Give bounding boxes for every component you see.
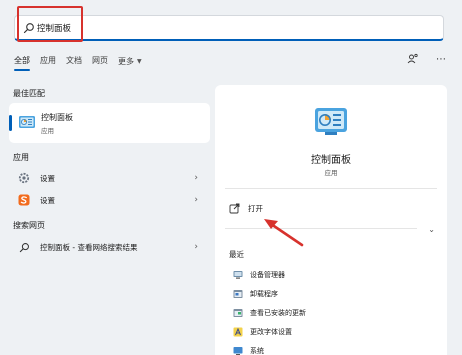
web-result-text: 控制面板 - 查看网络搜索结果: [40, 242, 138, 252]
web-heading: 搜索网页: [13, 221, 45, 230]
open-external-icon: [229, 203, 240, 214]
font-settings-icon: [233, 327, 243, 337]
sogou-settings-icon: [18, 194, 30, 206]
recent-item-fonts[interactable]: 更改字体设置: [233, 327, 292, 337]
apps-heading: 应用: [13, 153, 29, 162]
app-result-label: 设置: [40, 173, 55, 183]
divider: [225, 228, 417, 229]
programs-icon: [233, 290, 243, 298]
chevron-down-icon[interactable]: ⌄: [428, 225, 435, 234]
divider: [225, 188, 437, 189]
tab-more[interactable]: 更多 ▼: [118, 55, 142, 69]
tab-web[interactable]: 网页: [92, 55, 108, 69]
detail-app-type: 应用: [324, 169, 338, 177]
recent-item-label: 更改字体设置: [250, 328, 292, 336]
system-icon: [233, 347, 243, 355]
detail-app-name: 控制面板: [311, 155, 351, 166]
recent-item-label: 设备管理器: [250, 271, 285, 279]
app-result-settings-1[interactable]: 设置 ›: [9, 167, 210, 189]
tab-all[interactable]: 全部: [14, 55, 30, 71]
chevron-right-icon: ›: [194, 173, 198, 183]
annotation-highlight-box: [17, 6, 83, 42]
app-result-settings-2[interactable]: 设置 ›: [9, 189, 210, 211]
open-label: 打开: [248, 204, 263, 213]
top-right-icons: ⋯: [392, 52, 448, 66]
account-switch-icon[interactable]: [406, 52, 420, 66]
search-icon: [18, 241, 30, 253]
recent-item-system[interactable]: 系统: [233, 346, 264, 355]
web-search-result[interactable]: 控制面板 - 查看网络搜索结果 ›: [9, 236, 210, 258]
control-panel-icon: [315, 108, 347, 135]
best-match-name: 控制面板: [41, 113, 73, 122]
chevron-right-icon: ›: [194, 195, 198, 205]
filter-tabs: 全部 应用 文档 网页 更多 ▼: [14, 54, 152, 71]
recent-item-device-manager[interactable]: 设备管理器: [233, 270, 285, 280]
tab-documents[interactable]: 文档: [66, 55, 82, 69]
updates-icon: [233, 309, 243, 317]
chevron-down-icon: ▼: [137, 58, 142, 65]
recent-item-uninstall[interactable]: 卸载程序: [233, 289, 278, 299]
device-manager-icon: [233, 271, 243, 279]
selection-indicator: [9, 115, 12, 131]
recent-item-label: 卸载程序: [250, 290, 278, 298]
best-match-heading: 最佳匹配: [13, 89, 45, 98]
best-match-type: 应用: [41, 127, 54, 135]
recent-item-updates[interactable]: 查看已安装的更新: [233, 308, 306, 318]
best-match-result[interactable]: 控制面板 应用: [9, 103, 210, 143]
control-panel-icon: [19, 116, 35, 128]
recent-heading: 最近: [229, 250, 244, 259]
more-options-icon[interactable]: ⋯: [434, 52, 448, 66]
tab-apps[interactable]: 应用: [40, 55, 56, 69]
open-action[interactable]: 打开: [229, 203, 263, 214]
tab-more-label: 更多: [118, 57, 134, 66]
recent-item-label: 系统: [250, 347, 264, 355]
recent-item-label: 查看已安装的更新: [250, 309, 306, 317]
settings-gear-icon: [18, 172, 30, 184]
result-detail-pane: 控制面板 应用 打开 ⌄ 最近 设备管理器 卸载程序 查看已安装的更新 更改字体…: [215, 85, 447, 355]
chevron-right-icon: ›: [194, 242, 198, 252]
app-result-label: 设置: [40, 195, 55, 205]
annotation-arrow: [264, 219, 304, 247]
